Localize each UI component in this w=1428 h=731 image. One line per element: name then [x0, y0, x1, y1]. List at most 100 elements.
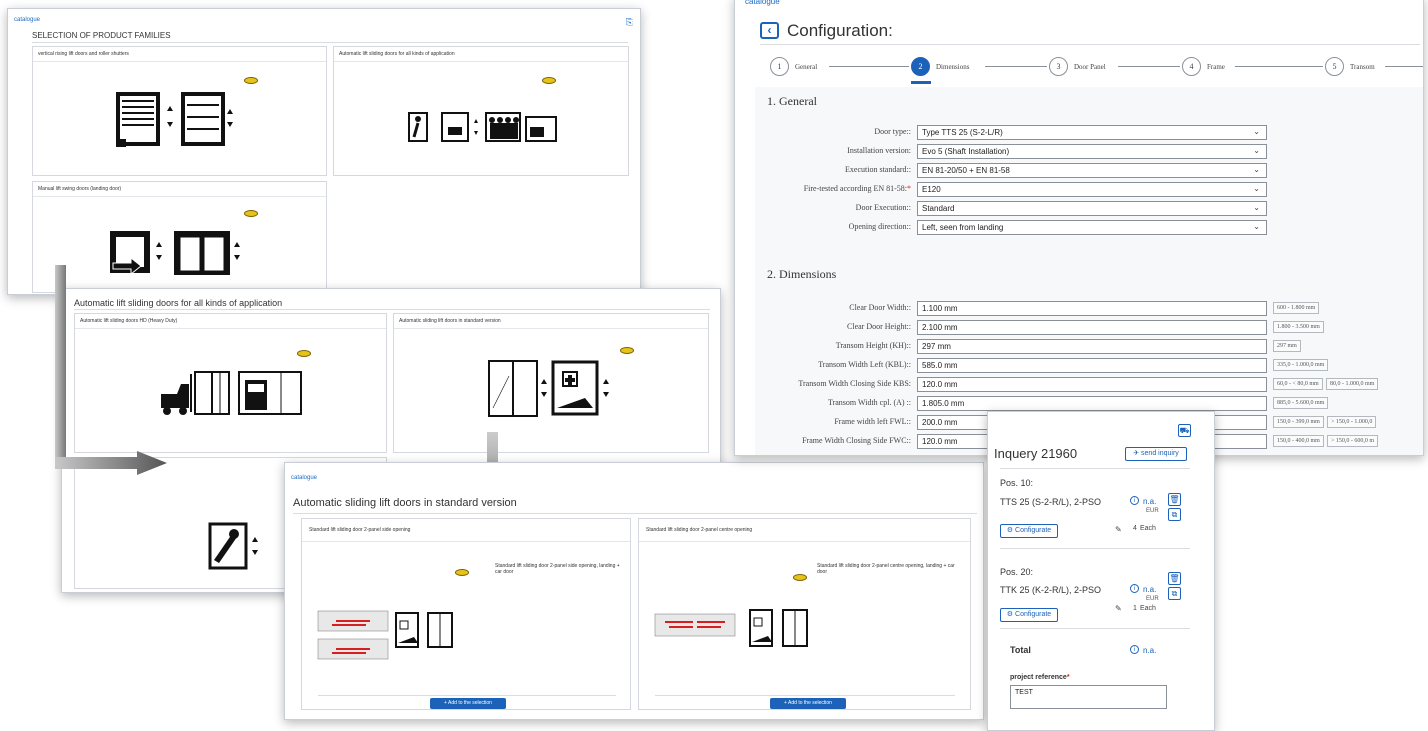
brand-logo — [620, 347, 634, 354]
product-card[interactable]: Automatic sliding lift doors in standard… — [393, 313, 709, 453]
page-title: Automatic sliding lift doors in standard… — [293, 497, 517, 509]
copy-icon[interactable]: ⧉ — [1168, 587, 1181, 600]
sliding-door-icon — [408, 112, 557, 142]
info-icon[interactable]: i — [1130, 645, 1139, 654]
product-card[interactable]: Automatic lift sliding doors for all kin… — [333, 46, 629, 176]
product-card[interactable]: vertical rising lift doors and roller sh… — [32, 46, 327, 176]
product-card[interactable]: Standard lift sliding door 2-panel side … — [301, 518, 631, 710]
send-inquiry-button[interactable]: ✈ send inquiry — [1125, 447, 1187, 461]
position-price: n.a. — [1143, 585, 1157, 594]
card-title: Automatic lift sliding doors for all kin… — [334, 47, 628, 62]
position-unit: Each — [1140, 605, 1156, 612]
page-title: Configuration: — [787, 21, 893, 40]
brand-logo — [244, 210, 258, 217]
field-label: Transom Width cpl. (A) :: — [827, 398, 911, 407]
card-title: vertical rising lift doors and roller sh… — [33, 47, 326, 62]
send-inquiry-label: send inquiry — [1141, 450, 1179, 457]
flow-arrow — [55, 451, 167, 475]
range-hint: > 150,0 - 1.000,0 — [1327, 416, 1377, 428]
dimension-input[interactable]: 1.100 mm — [917, 301, 1267, 316]
product-card[interactable]: Automatic lift sliding doors HD (Heavy D… — [74, 313, 387, 453]
select-value: Evo 5 (Shaft Installation) — [922, 147, 1010, 156]
dimension-input[interactable]: 120.0 mm — [917, 377, 1267, 392]
back-button[interactable]: ‹ — [760, 22, 779, 39]
edit-icon[interactable]: ✎ — [1115, 525, 1122, 534]
delete-icon[interactable]: 🗑 — [1168, 572, 1181, 585]
send-icon: ✈ — [1133, 450, 1140, 457]
brand-logo — [297, 350, 311, 357]
configure-button[interactable]: ⚙ Configurate — [1000, 608, 1058, 622]
select-field[interactable]: E120 ⌄ — [917, 182, 1267, 197]
select-value: E120 — [922, 185, 941, 194]
product-families-window: catalogue ⎘ SELECTION OF PRODUCT FAMILIE… — [7, 8, 641, 295]
configure-button[interactable]: ⚙ Configurate — [1000, 524, 1058, 538]
delete-icon[interactable]: 🗑 — [1168, 493, 1181, 506]
dimension-input[interactable]: 585.0 mm — [917, 358, 1267, 373]
section-dimensions-heading: 2. Dimensions — [767, 267, 837, 281]
position-quantity: 4 — [1133, 525, 1137, 532]
inquiry-title: Inquery 21960 — [994, 446, 1078, 461]
edit-icon[interactable]: ✎ — [1115, 604, 1122, 613]
brand-logo — [542, 77, 556, 84]
select-field[interactable]: Evo 5 (Shaft Installation) ⌄ — [917, 144, 1267, 159]
select-field[interactable]: Left, seen from landing ⌄ — [917, 220, 1267, 235]
chevron-down-icon: ⌄ — [1253, 203, 1260, 212]
step-label: Transom — [1350, 63, 1375, 71]
chevron-down-icon: ⌄ — [1253, 222, 1260, 231]
project-reference-input[interactable]: TEST — [1010, 685, 1167, 709]
field-label: Clear Door Width:: — [849, 303, 911, 312]
inquiry-panel: ⛟ Inquery 21960 ✈ send inquiry Pos. 10: … — [987, 411, 1215, 731]
breadcrumb[interactable]: catalogue — [291, 475, 317, 481]
range-hint: > 150,0 - 600,0 m — [1327, 435, 1379, 447]
select-field[interactable]: Standard ⌄ — [917, 201, 1267, 216]
field-label: Transom Height (KH):: — [835, 341, 911, 350]
total-label: Total — [1010, 645, 1031, 655]
dimension-input[interactable]: 297 mm — [917, 339, 1267, 354]
field-label: Execution standard:: — [845, 165, 911, 174]
standard-door-icon — [488, 360, 609, 417]
select-field[interactable]: Type TTS 25 (S-2-L/R) ⌄ — [917, 125, 1267, 140]
step-frame[interactable]: 4 — [1182, 57, 1201, 76]
breadcrumb[interactable]: catalogue — [14, 17, 40, 23]
add-to-selection-button[interactable]: + Add to the selection — [430, 698, 506, 709]
field-label: Frame Width Closing Side FWC:: — [802, 436, 911, 445]
brand-logo — [793, 574, 807, 581]
configure-label: Configurate — [1015, 611, 1052, 618]
product-card[interactable]: Standard lift sliding door 2-panel centr… — [638, 518, 971, 710]
select-field[interactable]: EN 81-20/50 + EN 81-58 ⌄ — [917, 163, 1267, 178]
copy-icon[interactable]: ⧉ — [1168, 508, 1181, 521]
position-currency: EUR — [1146, 508, 1159, 514]
service-door-icon — [208, 522, 258, 570]
chevron-down-icon: ⌄ — [1253, 146, 1260, 155]
breadcrumb[interactable]: catalogue — [745, 0, 780, 6]
position-currency: EUR — [1146, 596, 1159, 602]
cart-icon[interactable]: ⎘ — [626, 17, 633, 28]
range-hint: 885,0 - 5.600,0 mm — [1273, 397, 1329, 409]
add-to-selection-button[interactable]: + Add to the selection — [770, 698, 846, 709]
position-number: Pos. 20: — [1000, 567, 1034, 577]
field-label: Door type:: — [874, 127, 911, 136]
position-name: TTS 25 (S-2-R/L), 2-PSO — [1000, 497, 1102, 507]
configure-label: Configurate — [1015, 527, 1052, 534]
position-number: Pos. 10: — [1000, 478, 1034, 488]
info-icon[interactable]: i — [1130, 584, 1139, 593]
info-icon[interactable]: i — [1130, 496, 1139, 505]
chevron-down-icon: ⌄ — [1253, 127, 1260, 136]
cart-icon[interactable]: ⛟ — [1178, 424, 1191, 437]
step-door-panel[interactable]: 3 — [1049, 57, 1068, 76]
position-unit: Each — [1140, 525, 1156, 532]
card-title: Standard lift sliding door 2-panel centr… — [639, 519, 970, 542]
step-transom[interactable]: 5 — [1325, 57, 1344, 76]
card-title: Automatic sliding lift doors in standard… — [394, 314, 708, 329]
project-reference-label: project reference* — [1010, 674, 1070, 681]
section-general-heading: 1. General — [767, 94, 817, 108]
dimension-input[interactable]: 2.100 mm — [917, 320, 1267, 335]
step-general[interactable]: 1 — [770, 57, 789, 76]
range-hint: 297 mm — [1273, 340, 1301, 352]
select-value: Type TTS 25 (S-2-L/R) — [922, 128, 1003, 137]
sliders-icon: ⚙ — [1006, 611, 1014, 618]
roller-shutter-icon — [116, 92, 233, 147]
card-title: Manual lift swing doors (landing door) — [33, 182, 326, 197]
step-dimensions[interactable]: 2 — [911, 57, 930, 76]
dimension-input[interactable]: 1.805.0 mm — [917, 396, 1267, 411]
